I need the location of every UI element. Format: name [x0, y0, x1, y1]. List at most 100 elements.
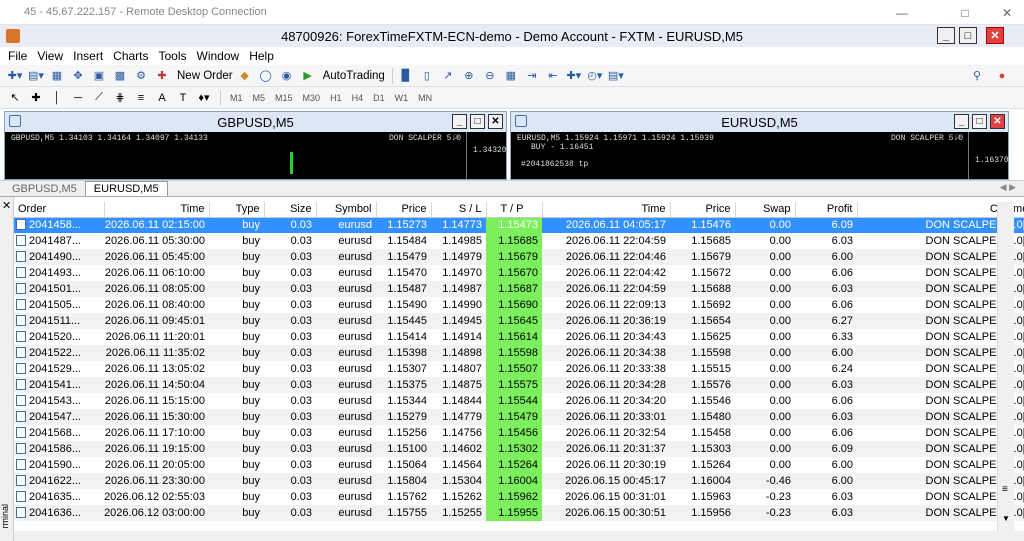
tf-m30[interactable]: M30	[303, 93, 321, 103]
column-header[interactable]: Price	[376, 202, 432, 218]
scroll-thumb[interactable]: ≡	[1002, 484, 1008, 495]
table-row[interactable]: 2041547... 2026.06.11 15:30:00 buy 0.03 euru…	[14, 409, 1024, 425]
tile-windows-icon[interactable]: ▦	[502, 67, 520, 85]
restore-button[interactable]: □	[959, 27, 977, 44]
table-row[interactable]: 2041529... 2026.06.11 13:05:02 buy 0.03 euru…	[14, 361, 1024, 377]
horizontal-line-icon[interactable]: ─	[69, 89, 87, 107]
periods-icon[interactable]: ◴▾	[586, 67, 604, 85]
table-row[interactable]: 2041568... 2026.06.11 17:10:00 buy 0.03 euru…	[14, 425, 1024, 441]
table-row[interactable]: 2041458... 2026.06.11 02:15:00 buy 0.03 euru…	[14, 217, 1024, 233]
fibonacci-icon[interactable]: ≡	[132, 89, 150, 107]
column-header[interactable]: T / P	[486, 202, 543, 218]
search-icon[interactable]: ⚲	[968, 67, 986, 85]
label-icon[interactable]: T	[174, 89, 192, 107]
data-window-icon[interactable]: ▣	[90, 67, 108, 85]
vertical-scrollbar[interactable]: ≡ ▼	[997, 202, 1014, 532]
restore-button[interactable]: □	[470, 114, 485, 129]
menu-window[interactable]: Window	[197, 49, 240, 63]
tf-h1[interactable]: H1	[330, 93, 342, 103]
vertical-line-icon[interactable]: │	[48, 89, 66, 107]
restore-button[interactable]: □	[972, 114, 987, 129]
table-row[interactable]: 2041505... 2026.06.11 08:40:00 buy 0.03 euru…	[14, 297, 1024, 313]
strategy-tester-icon[interactable]: ⚙	[132, 67, 150, 85]
cursor-icon[interactable]: ↖	[6, 89, 24, 107]
indicators-icon[interactable]: ✚▾	[565, 67, 583, 85]
menu-tools[interactable]: Tools	[159, 49, 187, 63]
menu-help[interactable]: Help	[249, 49, 274, 63]
tf-m5[interactable]: M5	[253, 93, 266, 103]
chart-area[interactable]: EURUSD,M5 1.15924 1.15971 1.15924 1.1593…	[511, 132, 1009, 179]
minimize-button[interactable]: _	[954, 114, 969, 129]
minimize-button[interactable]: _	[937, 27, 955, 44]
arrows-icon[interactable]: ♦▾	[195, 89, 213, 107]
tab-gbpusd[interactable]: GBPUSD,M5	[4, 181, 85, 196]
new-chart-icon[interactable]: ✚▾	[6, 67, 24, 85]
bar-chart-icon[interactable]: ▉	[397, 67, 415, 85]
navigator-icon[interactable]: ✥	[69, 67, 87, 85]
close-terminal-icon[interactable]: ✕	[2, 199, 11, 212]
table-row[interactable]: 2041541... 2026.06.11 14:50:04 buy 0.03 euru…	[14, 377, 1024, 393]
table-row[interactable]: 2041501... 2026.06.11 08:05:00 buy 0.03 euru…	[14, 281, 1024, 297]
column-header[interactable]: Size	[264, 202, 317, 218]
minimize-button[interactable]: _	[452, 114, 467, 129]
table-row[interactable]: 2041636... 2026.06.12 03:00:00 buy 0.03 euru…	[14, 505, 1024, 521]
line-chart-icon[interactable]: ↗	[439, 67, 457, 85]
table-row[interactable]: 2041487... 2026.06.11 05:30:00 buy 0.03 euru…	[14, 233, 1024, 249]
terminal-icon[interactable]: ▩	[111, 67, 129, 85]
column-header[interactable]: Swap	[735, 202, 796, 218]
tf-m15[interactable]: M15	[275, 93, 293, 103]
horizontal-scrollbar[interactable]	[14, 531, 1024, 541]
trendline-icon[interactable]: ⟋	[90, 89, 108, 107]
market-watch-icon[interactable]: ▦	[48, 67, 66, 85]
table-row[interactable]: 2041520... 2026.06.11 11:20:01 buy 0.03 euru…	[14, 329, 1024, 345]
menu-charts[interactable]: Charts	[113, 49, 148, 63]
scroll-down-icon[interactable]: ▼	[1002, 514, 1010, 523]
menu-file[interactable]: File	[8, 49, 27, 63]
column-header[interactable]: Symbol	[316, 202, 377, 218]
close-button[interactable]: ✕	[986, 27, 1004, 44]
chart-window-gbpusd[interactable]: GBPUSD,M5 _ □ ✕ GBPUSD,M5 1.34103 1.3416…	[4, 111, 507, 180]
table-row[interactable]: 2041635... 2026.06.12 02:55:03 buy 0.03 euru…	[14, 489, 1024, 505]
autotrading-button[interactable]: AutoTrading	[320, 70, 388, 82]
column-header[interactable]: Type	[209, 202, 265, 218]
close-button[interactable]: ✕	[488, 114, 503, 129]
table-row[interactable]: 2041586... 2026.06.11 19:15:00 buy 0.03 euru…	[14, 441, 1024, 457]
column-header[interactable]: Time	[542, 202, 671, 218]
tf-mn[interactable]: MN	[418, 93, 432, 103]
tab-eurusd[interactable]: EURUSD,M5	[84, 181, 168, 196]
minimize-icon[interactable]: —	[885, 0, 919, 25]
candlestick-icon[interactable]: ▯	[418, 67, 436, 85]
chart-window-eurusd[interactable]: EURUSD,M5 _ □ ✕ EURUSD,M5 1.15924 1.1597…	[510, 111, 1009, 180]
table-row[interactable]: 2041522... 2026.06.11 11:35:02 buy 0.03 euru…	[14, 345, 1024, 361]
tf-d1[interactable]: D1	[373, 93, 385, 103]
tab-scroll-icon[interactable]: ◀ ▶	[1000, 182, 1016, 193]
column-header[interactable]: Profit	[795, 202, 858, 218]
zoom-in-icon[interactable]: ⊕	[460, 67, 478, 85]
close-button[interactable]: ✕	[990, 114, 1005, 129]
metaeditor-icon[interactable]: ◆	[236, 67, 254, 85]
table-row[interactable]: 2041511... 2026.06.11 09:45:01 buy 0.03 euru…	[14, 313, 1024, 329]
tf-w1[interactable]: W1	[395, 93, 409, 103]
tf-m1[interactable]: M1	[230, 93, 243, 103]
chart-area[interactable]: GBPUSD,M5 1.34103 1.34164 1.34097 1.3413…	[5, 132, 507, 179]
market-icon[interactable]: ◉	[278, 67, 296, 85]
column-header[interactable]: S / L	[431, 202, 487, 218]
table-row[interactable]: 2041490... 2026.06.11 05:45:00 buy 0.03 euru…	[14, 249, 1024, 265]
column-header[interactable]: Price	[670, 202, 736, 218]
zoom-out-icon[interactable]: ⊖	[481, 67, 499, 85]
menu-insert[interactable]: Insert	[73, 49, 103, 63]
column-header[interactable]: Time	[104, 202, 210, 218]
channel-icon[interactable]: ⋕	[111, 89, 129, 107]
close-icon[interactable]: ✕	[990, 0, 1024, 25]
table-row[interactable]: 2041493... 2026.06.11 06:10:00 buy 0.03 euru…	[14, 265, 1024, 281]
autotrading-icon[interactable]: ▶	[299, 67, 317, 85]
notifications-icon[interactable]: ●	[993, 67, 1011, 85]
maximize-icon[interactable]: □	[948, 0, 982, 25]
autoscroll-icon[interactable]: ⇥	[523, 67, 541, 85]
templates-icon[interactable]: ▤▾	[607, 67, 625, 85]
table-row[interactable]: 2041590... 2026.06.11 20:05:00 buy 0.03 euru…	[14, 457, 1024, 473]
chart-shift-icon[interactable]: ⇤	[544, 67, 562, 85]
profiles-icon[interactable]: ▤▾	[27, 67, 45, 85]
text-icon[interactable]: A	[153, 89, 171, 107]
table-row[interactable]: 2041622... 2026.06.11 23:30:00 buy 0.03 euru…	[14, 473, 1024, 489]
